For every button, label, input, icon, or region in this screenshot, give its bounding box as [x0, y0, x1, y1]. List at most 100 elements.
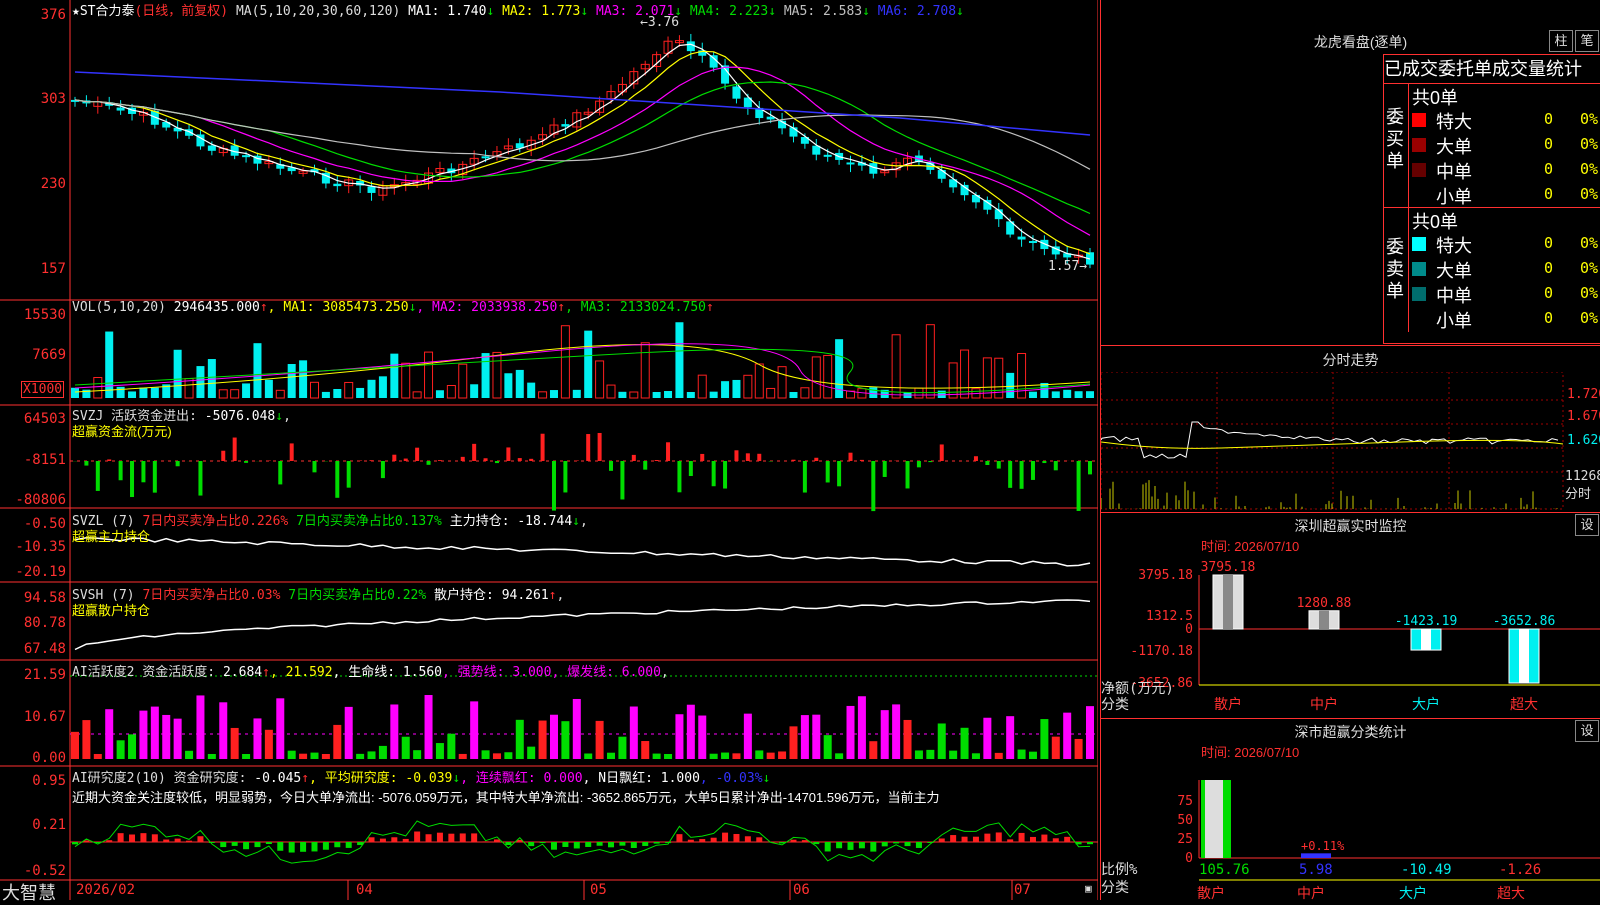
research-bar: [323, 842, 329, 850]
longhu-row: 小单00%: [1412, 183, 1600, 207]
kline-chart-area[interactable]: ←3.761.57→: [0, 0, 1098, 900]
volume-bar: [1029, 392, 1037, 398]
row-count: 0: [1544, 284, 1553, 302]
volume-bar: [493, 352, 501, 398]
activity-bar: [938, 723, 946, 759]
x-tick-label: 05: [590, 882, 607, 898]
low-price-label: 1.57→: [1048, 259, 1087, 274]
volume-bar: [447, 386, 455, 398]
research-bar: [1041, 835, 1047, 842]
row-count: 0: [1544, 135, 1553, 153]
lock-icon[interactable]: ▣: [1085, 882, 1092, 895]
longhu-row: 特大00%: [1412, 232, 1600, 256]
research-bar: [380, 839, 386, 842]
activity-bar: [482, 750, 490, 759]
activity-bar: [618, 737, 626, 759]
y-tick-label: 94.58: [24, 590, 66, 606]
activity-bar: [630, 707, 638, 759]
research-bar: [745, 836, 751, 842]
research-bar: [597, 842, 603, 846]
ma5-line: [75, 100, 1090, 169]
volume-bar: [789, 392, 797, 398]
class-y-tick: 0: [1185, 851, 1193, 866]
class-category-label: 中户: [1297, 885, 1325, 900]
legend-item: ↓: [580, 4, 588, 19]
monitor-bar-chart: 3795.181312.50-1170.18-3652.863795.18128…: [1101, 555, 1600, 715]
class-bar-chart: 7550250+0.11%105.765.98-10.49-1.26比例%分类散…: [1101, 762, 1600, 900]
candle-body: [117, 108, 125, 111]
research-bar: [254, 842, 260, 847]
sell-section: 委卖单 共0单 特大00%大单00%中单00%小单00%: [1384, 207, 1600, 331]
activity-bar: [105, 709, 113, 759]
volume-bar: [504, 373, 512, 398]
research-bar: [654, 842, 660, 844]
activity-bar: [1029, 752, 1037, 759]
intraday-chart[interactable]: 1.7201.6701.62011268分时: [1101, 372, 1600, 510]
flow-bar: [928, 461, 932, 462]
volume-bar: [778, 367, 786, 398]
legend-item: 2946435.000: [174, 300, 260, 315]
volume-bar: [242, 383, 250, 398]
candle-body: [824, 155, 832, 157]
volume-bar: [139, 388, 147, 398]
row-pct: 0%: [1580, 309, 1598, 327]
flow-bar: [461, 457, 465, 461]
flow-bar: [974, 456, 978, 461]
row-pct: 0%: [1580, 185, 1598, 203]
monitor-value-label: 1280.88: [1297, 596, 1352, 611]
flow-bar: [985, 461, 989, 465]
volume-bar: [219, 390, 227, 398]
candle-body: [687, 41, 695, 51]
activity-bar: [972, 753, 980, 759]
activity-bar: [356, 754, 364, 759]
legend-item: , 爆发线: 6.000: [551, 665, 660, 680]
volume-bar: [482, 353, 490, 398]
class-bar: [1301, 853, 1331, 858]
flow-bar: [358, 460, 362, 461]
class-y-tick: 75: [1177, 794, 1193, 809]
activity-bar: [185, 751, 193, 759]
activity-bar: [390, 704, 398, 759]
flow-bar: [655, 460, 659, 461]
research-bar: [916, 842, 922, 848]
sell-total: 共0单: [1412, 208, 1458, 234]
row-name: 小单: [1436, 183, 1472, 209]
research-bar: [72, 842, 78, 844]
legend-item: -0.045: [254, 771, 301, 786]
research-bar: [391, 837, 397, 842]
activity-bar: [94, 754, 102, 759]
research-bar: [848, 842, 854, 850]
activity-bar: [1006, 716, 1014, 759]
vol-ma3: [75, 349, 1090, 392]
research-bar: [962, 837, 968, 842]
legend-item: ↑: [557, 300, 565, 315]
legend-item: ★ST合力泰: [72, 4, 134, 19]
research-bar: [619, 842, 625, 846]
flow-bar: [871, 461, 875, 511]
ai2-legend: AI研究度2(10) 资金研究度: -0.045↑, 平均研究度: -0.039…: [72, 767, 770, 786]
research-bar: [118, 833, 124, 842]
activity-bar: [573, 699, 581, 759]
volume-bar: [664, 391, 672, 398]
legend-item: ,: [580, 514, 588, 529]
flow-bar: [1077, 461, 1081, 511]
fenshi-price-label: 1.670: [1567, 409, 1600, 424]
vol-ma2: [75, 344, 1090, 395]
volume-bar: [390, 354, 398, 398]
bar-mode-button[interactable]: 柱: [1549, 30, 1573, 52]
flow-bar: [586, 434, 590, 461]
class-settings-button[interactable]: 设: [1575, 720, 1599, 742]
monitor-settings-button[interactable]: 设: [1575, 514, 1599, 536]
candle-body: [561, 124, 569, 126]
ai2-commentary: 近期大资金关注度较低，明显弱势，今日大单净流出: -5076.059万元，其中特…: [72, 787, 940, 806]
row-pct: 0%: [1580, 234, 1598, 252]
tick-mode-button[interactable]: 笔: [1575, 30, 1599, 52]
color-swatch: [1412, 262, 1426, 276]
flow-bar: [438, 460, 442, 461]
flow-bar: [609, 461, 613, 471]
activity-bar: [447, 734, 455, 759]
research-bar: [802, 840, 808, 842]
activity-bar: [755, 750, 763, 759]
app-logo: 大智慧: [2, 879, 56, 905]
x-tick-label: 2026/02: [76, 882, 135, 898]
